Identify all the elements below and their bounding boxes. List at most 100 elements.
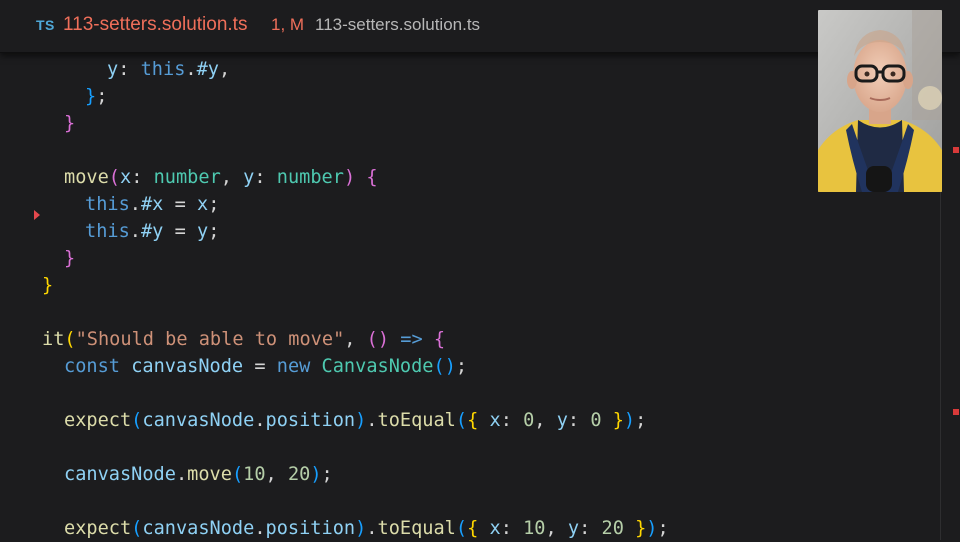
token: ( xyxy=(231,464,244,485)
token: 0 xyxy=(590,410,602,431)
token: } xyxy=(64,248,76,269)
token: number xyxy=(153,167,221,188)
token: ) xyxy=(623,410,636,431)
token: ; xyxy=(455,356,468,377)
token: . xyxy=(254,518,266,539)
token: y xyxy=(243,167,255,188)
token: this xyxy=(140,59,186,80)
token: ) xyxy=(355,410,367,431)
token: y xyxy=(556,410,568,431)
token: , xyxy=(220,167,232,188)
token: : xyxy=(500,410,512,431)
token: ) xyxy=(343,167,356,188)
token: expect xyxy=(64,518,132,539)
token: 10 xyxy=(523,518,546,539)
token: ( xyxy=(131,410,143,431)
token: ( xyxy=(455,410,468,431)
token: . xyxy=(175,464,188,485)
token: } xyxy=(42,275,54,296)
token: #y xyxy=(140,221,164,242)
token: #y xyxy=(196,59,219,80)
token: : xyxy=(254,167,266,188)
token: canvasNode xyxy=(142,518,255,539)
token: ( xyxy=(131,518,143,539)
token: it xyxy=(42,329,65,350)
token: () xyxy=(366,329,390,350)
token: y xyxy=(196,221,209,242)
typescript-file-icon: TS xyxy=(36,17,55,33)
token: = xyxy=(174,194,186,215)
tab-problems-modified-badge: 1, M xyxy=(271,15,305,34)
token: position xyxy=(265,410,356,431)
token: } xyxy=(64,113,76,134)
token: canvasNode xyxy=(131,356,244,377)
token: toEqual xyxy=(377,410,456,431)
token: ( xyxy=(64,329,76,350)
error-marker-icon[interactable] xyxy=(953,409,959,415)
fold-chevron-icon[interactable] xyxy=(34,210,40,220)
token: move xyxy=(187,464,232,485)
token: . xyxy=(366,518,378,539)
token: y xyxy=(567,518,580,539)
token: ; xyxy=(96,86,108,107)
token: : xyxy=(567,410,580,431)
token: ) xyxy=(355,518,367,539)
token: this xyxy=(85,194,130,215)
token: move xyxy=(64,167,109,188)
token: () xyxy=(433,356,456,377)
token: x xyxy=(489,518,501,539)
code-editor[interactable]: y: this.#y, }; } move(x: number, y: numb… xyxy=(0,53,960,540)
token: ) xyxy=(310,464,322,485)
token: 20 xyxy=(287,464,311,485)
token: . xyxy=(254,410,266,431)
token: { xyxy=(467,518,479,539)
token: : xyxy=(579,518,591,539)
error-marker-icon[interactable] xyxy=(953,147,959,153)
presenter-webcam xyxy=(818,10,942,192)
token: . xyxy=(185,59,197,80)
token: . xyxy=(366,410,378,431)
token: } xyxy=(85,86,97,107)
token: ) xyxy=(646,518,658,539)
editor-tab-bar: TS 113-setters.solution.ts 1, M 113-sett… xyxy=(0,0,960,53)
token: : xyxy=(500,518,512,539)
token: = xyxy=(254,356,266,377)
token: position xyxy=(265,518,356,539)
token: { xyxy=(433,329,446,350)
token: ; xyxy=(208,194,220,215)
token: x xyxy=(119,167,132,188)
token: , xyxy=(344,329,356,350)
token: x xyxy=(196,194,209,215)
token: : xyxy=(131,167,143,188)
token: , xyxy=(265,464,277,485)
token: : xyxy=(118,59,130,80)
token: , xyxy=(534,410,546,431)
token: } xyxy=(612,410,624,431)
presenter-video-image xyxy=(818,10,942,192)
token: . xyxy=(129,194,141,215)
token: canvasNode xyxy=(142,410,255,431)
token: ; xyxy=(657,518,669,539)
token: this xyxy=(85,221,130,242)
token: x xyxy=(489,410,501,431)
token: 10 xyxy=(243,464,266,485)
token: ( xyxy=(108,167,120,188)
token: ; xyxy=(635,410,647,431)
token: { xyxy=(366,167,378,188)
token: number xyxy=(276,167,344,188)
token: ( xyxy=(455,518,468,539)
token: toEqual xyxy=(377,518,456,539)
token: ; xyxy=(321,464,333,485)
token: 20 xyxy=(601,518,624,539)
token: canvasNode xyxy=(64,464,176,485)
breadcrumb-filename[interactable]: 113-setters.solution.ts xyxy=(315,15,480,35)
active-tab-filename[interactable]: 113-setters.solution.ts xyxy=(63,14,247,36)
token: { xyxy=(467,410,479,431)
token: => xyxy=(400,329,423,350)
token: ; xyxy=(208,221,220,242)
token: . xyxy=(129,221,141,242)
token: "Should be able to move" xyxy=(75,329,345,350)
token: CanvasNode xyxy=(321,356,434,377)
token: expect xyxy=(64,410,132,431)
token: 0 xyxy=(523,410,535,431)
